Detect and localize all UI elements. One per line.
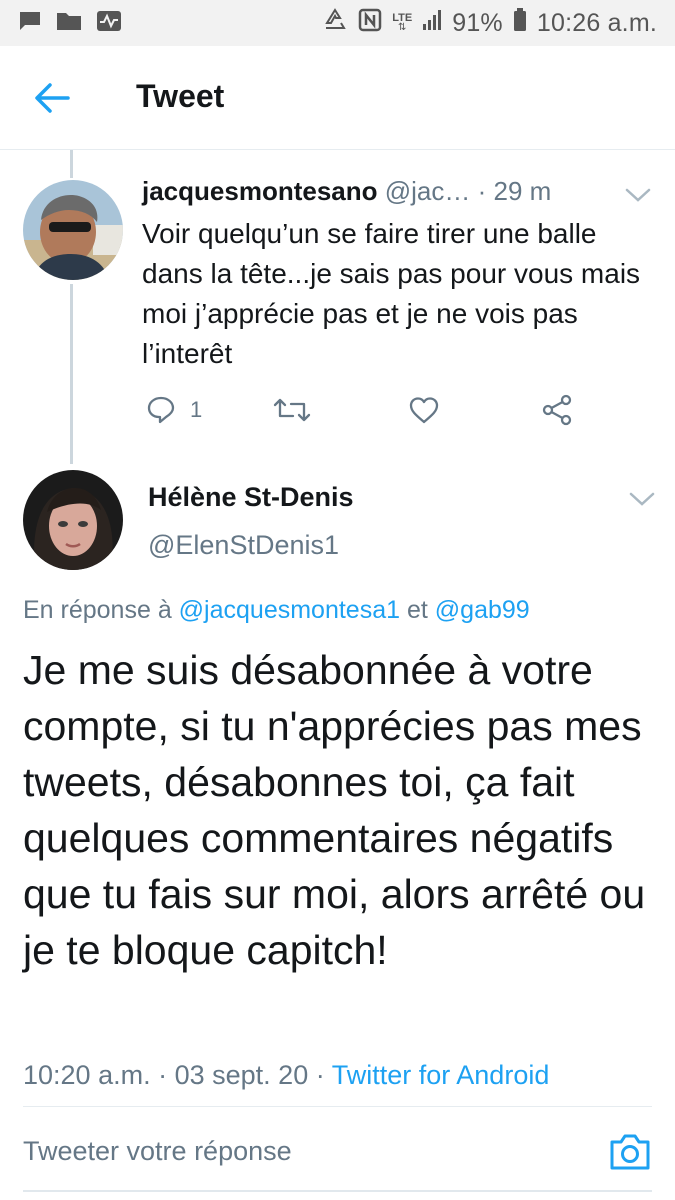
- chevron-down-icon: [629, 492, 655, 506]
- camera-button[interactable]: [606, 1130, 654, 1174]
- share-button[interactable]: [540, 392, 574, 428]
- tweet-1-text: Voir quelqu’un se faire tirer une balle …: [142, 218, 641, 369]
- status-bar-right: LTE ⇅ 91% 10:26 a.m.: [322, 7, 657, 39]
- activity-icon: [96, 10, 122, 37]
- tweet-2-menu-button[interactable]: [628, 490, 656, 508]
- tweet-2-meta: 10:20 a.m. · 03 sept. 20 · Twitter for A…: [23, 1060, 549, 1091]
- like-icon: [409, 397, 439, 424]
- separator-dot: ·: [315, 1060, 325, 1090]
- client-link[interactable]: Twitter for Android: [332, 1060, 550, 1090]
- like-button[interactable]: [408, 392, 440, 428]
- tweet-1-header: jacquesmontesano @jac… · 29 m: [142, 176, 662, 212]
- camera-icon: [610, 1134, 650, 1170]
- share-icon: [542, 394, 572, 426]
- message-icon: [18, 10, 42, 37]
- battery-icon: [513, 7, 527, 39]
- status-bar: LTE ⇅ 91% 10:26 a.m.: [0, 0, 675, 46]
- tweet-1-actions: 1: [142, 392, 662, 432]
- battery-percent: 91%: [452, 8, 503, 37]
- signal-icon: [422, 9, 442, 38]
- mention-link[interactable]: @gab99: [435, 596, 530, 624]
- nfc-icon: [358, 8, 382, 39]
- separator-dot: ·: [477, 176, 487, 206]
- separator-dot: ·: [158, 1060, 168, 1090]
- recycle-icon: [322, 7, 348, 39]
- avatar-jacquesmontesano[interactable]: [23, 180, 123, 280]
- status-bar-left: [18, 10, 122, 37]
- author-name[interactable]: Hélène St-Denis: [148, 482, 354, 513]
- author-handle[interactable]: @ElenStDenis1: [148, 530, 339, 561]
- divider: [23, 1106, 652, 1107]
- reply-composer-input[interactable]: Tweeter votre réponse: [23, 1136, 292, 1167]
- reply-icon: [147, 396, 175, 424]
- back-arrow-icon: [35, 83, 70, 113]
- folder-icon: [56, 11, 82, 36]
- tweet-2-text: Je me suis désabonnée à votre compte, si…: [23, 647, 646, 973]
- avatar-helene-st-denis[interactable]: [23, 470, 123, 570]
- thread-connector-top: [70, 150, 73, 178]
- reply-button[interactable]: 1: [146, 392, 202, 428]
- app-header: Tweet: [0, 46, 675, 150]
- page-title: Tweet: [136, 78, 225, 114]
- mention-link[interactable]: @jacquesmontesa1: [179, 596, 400, 624]
- reply-prefix: En réponse à: [23, 596, 172, 624]
- lte-indicator: LTE ⇅: [392, 12, 413, 33]
- clock: 10:26 a.m.: [536, 8, 657, 37]
- tweet-date: 03 sept. 20: [174, 1060, 309, 1090]
- composer-underline: [23, 1190, 652, 1192]
- chevron-down-icon: [625, 188, 651, 202]
- thread-connector: [70, 284, 73, 464]
- tweet-time: 10:20 a.m.: [23, 1060, 151, 1090]
- reply-count: 1: [190, 397, 203, 422]
- reply-conjunction: et: [406, 596, 428, 624]
- tweet-age: 29 m: [493, 176, 552, 206]
- author-name[interactable]: jacquesmontesano: [142, 176, 378, 206]
- retweet-button[interactable]: [272, 392, 312, 428]
- back-button[interactable]: [32, 80, 72, 116]
- reply-context: En réponse à @jacquesmontesa1 et @gab99: [23, 596, 530, 625]
- tweet-1-menu-button[interactable]: [624, 186, 652, 204]
- retweet-icon: [273, 398, 311, 422]
- author-handle[interactable]: @jac…: [385, 176, 471, 206]
